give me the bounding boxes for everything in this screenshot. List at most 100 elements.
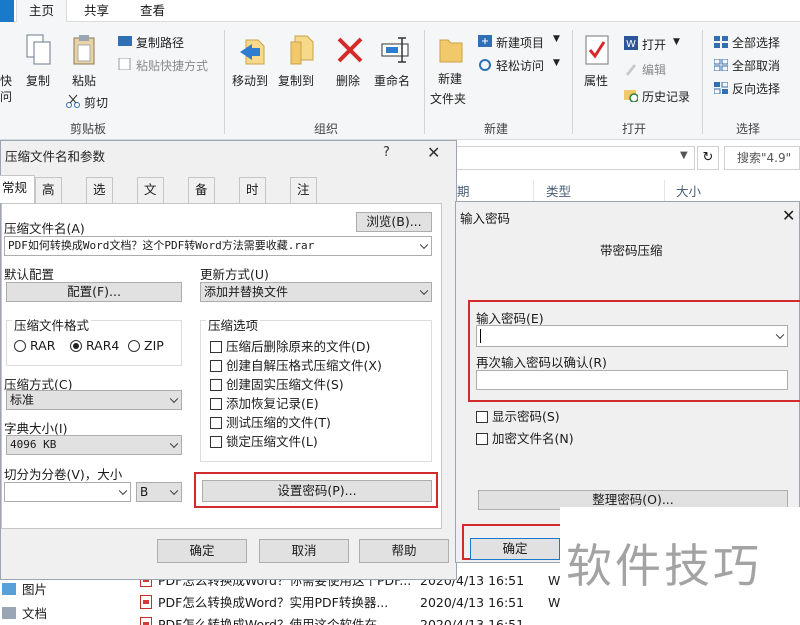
new-group-label: 新建 bbox=[484, 122, 509, 136]
move-to-button[interactable]: 移动到 bbox=[232, 72, 268, 89]
option-solid[interactable]: 创建固实压缩文件(S) bbox=[210, 374, 344, 393]
radio-icon bbox=[14, 340, 26, 352]
search-input[interactable]: 搜索"4.9" bbox=[724, 146, 800, 170]
copy-button[interactable]: 复制 bbox=[26, 72, 50, 89]
cut-button[interactable]: 剪切 bbox=[84, 94, 108, 111]
nav-item-documents[interactable]: 文档 bbox=[0, 604, 47, 624]
set-password-button[interactable]: 设置密码(P)... bbox=[202, 480, 432, 502]
refresh-icon[interactable]: ↻ bbox=[697, 146, 719, 170]
column-date[interactable]: 期 bbox=[457, 182, 470, 202]
tab-advanced[interactable]: 高级 bbox=[35, 177, 62, 221]
split-size-input[interactable] bbox=[4, 482, 131, 502]
edit-button[interactable]: 编辑 bbox=[642, 61, 666, 78]
chevron-down-icon bbox=[419, 286, 429, 296]
invert-selection-button[interactable]: 反向选择 bbox=[732, 80, 780, 97]
word-icon: W bbox=[624, 36, 638, 50]
method-select[interactable]: 标准 bbox=[6, 390, 182, 410]
text-caret bbox=[480, 329, 481, 343]
paste-button[interactable]: 粘贴 bbox=[72, 72, 96, 89]
quick-access-label: 快 bbox=[0, 74, 13, 88]
open-group-label: 打开 bbox=[622, 122, 647, 136]
option-test[interactable]: 测试压缩的文件(T) bbox=[210, 412, 331, 431]
dict-select[interactable]: 4096 KB bbox=[6, 435, 182, 455]
split-unit-select[interactable]: B bbox=[136, 482, 182, 502]
file-type: W bbox=[548, 573, 561, 588]
encrypt-names-checkbox[interactable]: 加密文件名(N) bbox=[476, 428, 574, 447]
rename-button[interactable]: 重命名 bbox=[374, 72, 410, 89]
help-icon[interactable]: ? bbox=[383, 145, 390, 160]
select-all-button[interactable]: 全部选择 bbox=[732, 34, 780, 51]
profiles-button[interactable]: 配置(F)... bbox=[6, 282, 182, 302]
properties-button[interactable]: 属性 bbox=[584, 72, 608, 89]
password-input[interactable] bbox=[476, 325, 788, 347]
browse-button[interactable]: 浏览(B)... bbox=[356, 212, 432, 232]
history-button[interactable]: 历史记录 bbox=[642, 88, 690, 105]
new-folder-label-2[interactable]: 文件夹 bbox=[430, 90, 466, 107]
tab-general[interactable]: 常规 bbox=[0, 175, 35, 203]
general-panel: 压缩文件名(A) 浏览(B)... PDF如何转换成Word文档？这个PDF转W… bbox=[1, 203, 442, 529]
checkbox-icon bbox=[476, 433, 488, 445]
select-none-button[interactable]: 全部取消 bbox=[732, 57, 780, 74]
chevron-down-icon bbox=[419, 240, 429, 250]
address-bar[interactable] bbox=[455, 146, 695, 170]
show-password-checkbox[interactable]: 显示密码(S) bbox=[476, 406, 560, 425]
tab-backup[interactable]: 备份 bbox=[188, 177, 215, 221]
update-mode-select[interactable]: 添加并替换文件 bbox=[200, 282, 432, 302]
select-group-label: 选择 bbox=[736, 122, 761, 136]
archive-name-input[interactable]: PDF如何转换成Word文档？这个PDF转Word方法需要收藏.rar bbox=[4, 236, 432, 256]
easy-access-button[interactable]: 轻松访问 bbox=[496, 57, 544, 74]
new-folder-label-1[interactable]: 新建 bbox=[438, 70, 462, 87]
paste-shortcut-button[interactable]: 粘贴快捷方式 bbox=[136, 57, 208, 74]
checkbox-icon bbox=[210, 398, 222, 410]
file-row[interactable]: PDF怎么转换成Word？使用这个软件在... bbox=[140, 614, 389, 625]
option-delete-after[interactable]: 压缩后删除原来的文件(D) bbox=[210, 336, 370, 355]
dialog-title: 输入密码 bbox=[460, 211, 511, 226]
checkbox-icon bbox=[210, 417, 222, 429]
tab-files[interactable]: 文件 bbox=[137, 177, 164, 221]
archive-dialog: 压缩文件名和参数 ? ✕ 常规 高级 选项 文件 备份 时间 注释 压缩文件名(… bbox=[0, 140, 457, 580]
new-item-button[interactable]: 新建项目 bbox=[496, 34, 544, 51]
close-icon[interactable]: ✕ bbox=[782, 206, 795, 225]
checkbox-icon bbox=[210, 360, 222, 372]
radio-selected-icon bbox=[70, 340, 82, 352]
pictures-icon bbox=[2, 583, 16, 595]
copy-path-button[interactable]: 复制路径 bbox=[136, 34, 184, 51]
tab-options[interactable]: 选项 bbox=[86, 177, 113, 221]
help-button[interactable]: 帮助 bbox=[359, 539, 449, 563]
paste-icon bbox=[73, 35, 95, 65]
documents-icon bbox=[2, 607, 16, 619]
copy-to-button[interactable]: 复制到 bbox=[278, 72, 314, 89]
option-recovery[interactable]: 添加恢复记录(E) bbox=[210, 393, 319, 412]
delete-button[interactable]: 删除 bbox=[336, 72, 360, 89]
column-type[interactable]: 类型 bbox=[546, 182, 571, 202]
watermark: 软件技巧 bbox=[566, 539, 762, 593]
nav-item-pictures[interactable]: 图片 bbox=[0, 580, 47, 600]
file-date: 2020/4/13 16:51 bbox=[420, 617, 525, 625]
option-lock[interactable]: 锁定压缩文件(L) bbox=[210, 431, 318, 450]
update-mode-label: 更新方式(U) bbox=[200, 267, 269, 282]
confirm-password-input[interactable] bbox=[476, 370, 788, 390]
tab-time[interactable]: 时间 bbox=[239, 177, 266, 221]
ok-button[interactable]: 确定 bbox=[470, 538, 560, 560]
paste-shortcut-icon bbox=[118, 58, 131, 70]
tab-comment[interactable]: 注释 bbox=[290, 177, 317, 221]
open-button[interactable]: 打开 bbox=[642, 36, 666, 53]
copy-icon bbox=[26, 34, 51, 65]
ok-button[interactable]: 确定 bbox=[157, 539, 247, 563]
file-tab[interactable] bbox=[0, 0, 14, 22]
option-sfx[interactable]: 创建自解压格式压缩文件(X) bbox=[210, 355, 382, 374]
format-rar4-radio[interactable]: RAR4 bbox=[70, 338, 119, 353]
checkbox-icon bbox=[476, 411, 488, 423]
file-row[interactable]: PDF怎么转换成Word？实用PDF转换器... bbox=[140, 592, 388, 614]
tab-home[interactable]: 主页 bbox=[16, 0, 68, 22]
select-none-icon bbox=[714, 59, 728, 71]
format-rar-radio[interactable]: RAR bbox=[14, 338, 55, 353]
column-size[interactable]: 大小 bbox=[676, 182, 701, 202]
format-zip-radio[interactable]: ZIP bbox=[128, 338, 164, 353]
cancel-button[interactable]: 取消 bbox=[259, 539, 349, 563]
history-icon bbox=[624, 90, 638, 102]
organize-group-label: 组织 bbox=[314, 122, 339, 136]
tab-share[interactable]: 共享 bbox=[72, 0, 121, 22]
close-icon[interactable]: ✕ bbox=[427, 143, 440, 162]
tab-view[interactable]: 查看 bbox=[128, 0, 177, 22]
